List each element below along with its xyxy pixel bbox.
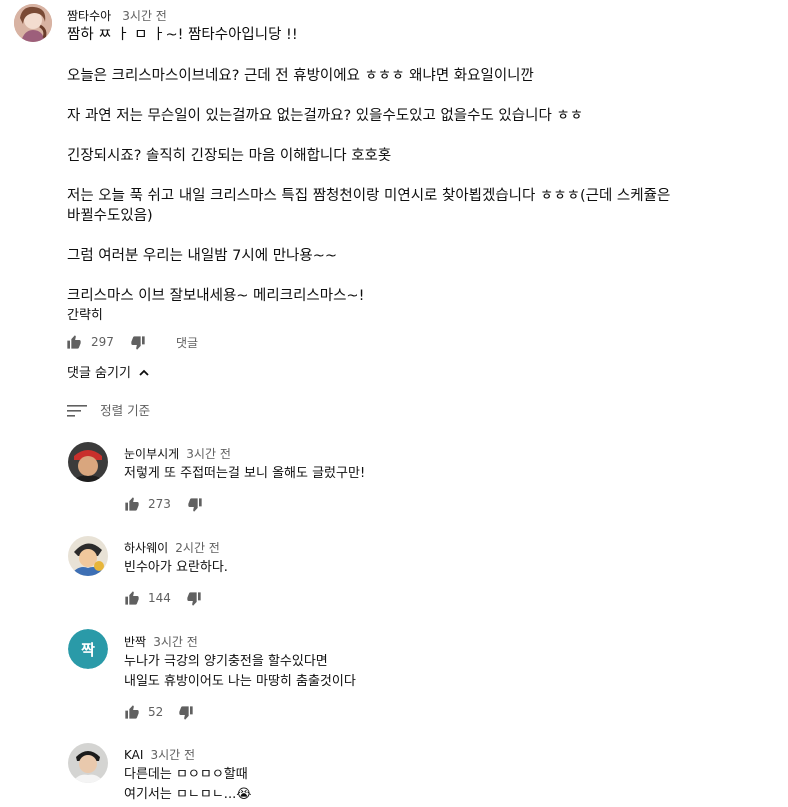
reply-header: 반짝 3시간 전	[124, 631, 198, 650]
like-button[interactable]	[124, 590, 140, 606]
comment-paragraph: 그럼 여러분 우리는 내일밤 7시에 만나용~~	[67, 248, 338, 264]
avatar-photo-icon	[68, 743, 108, 783]
dislike-button[interactable]	[186, 591, 202, 607]
sort-icon	[67, 404, 87, 418]
like-button[interactable]	[124, 496, 140, 512]
hide-replies-button[interactable]: 댓글 숨기기	[67, 362, 149, 381]
thumbs-up-icon	[67, 335, 81, 349]
main-comment-header: 짬타수아 3시간 전	[67, 5, 167, 23]
like-count: 273	[148, 497, 171, 511]
chevron-up-icon	[139, 369, 149, 377]
like-button[interactable]	[66, 334, 82, 350]
dislike-button[interactable]	[178, 705, 194, 721]
show-less-link[interactable]: 간략히	[67, 304, 103, 323]
reply-time[interactable]: 2시간 전	[175, 541, 220, 555]
reply-text: 내일도 휴방이어도 나는 마땅히 춤출것이다	[124, 674, 356, 689]
thumbs-up-icon	[125, 705, 139, 719]
reply-avatar[interactable]	[68, 442, 108, 482]
like-count: 52	[148, 705, 164, 719]
thumbs-down-icon	[187, 592, 201, 606]
reply-author[interactable]: 반짝	[124, 635, 146, 649]
comment-paragraph: 저는 오늘 푹 쉬고 내일 크리스마스 특집 짬청천이랑 미연시로 찾아뵙겠습니…	[67, 188, 671, 204]
reply-time[interactable]: 3시간 전	[153, 635, 198, 649]
reply-text: 저렇게 또 주접떠는걸 보니 올해도 글렀구만!	[124, 466, 366, 481]
reply-text: 여기서는 ㅁㄴㅁㄴ...😭	[124, 787, 252, 802]
reply-button[interactable]: 댓글	[176, 334, 198, 351]
like-count: 144	[148, 591, 171, 605]
comment-paragraph: 크리스마스 이브 잘보내세용~ 메리크리스마스~!	[67, 288, 365, 304]
avatar-cartoon-icon	[68, 536, 108, 576]
comment-author[interactable]: 짬타수아	[67, 9, 111, 23]
reply-author[interactable]: 눈이부시게	[124, 447, 179, 461]
comment-time[interactable]: 3시간 전	[122, 9, 167, 23]
reply-header: 하사웨이 2시간 전	[124, 537, 220, 556]
avatar-photo-icon	[68, 442, 108, 482]
thumbs-down-icon	[179, 706, 193, 720]
reply-time[interactable]: 3시간 전	[186, 447, 231, 461]
comment-paragraph: 오늘은 크리스마스이브네요? 근데 전 휴방이에요 ㅎㅎㅎ 왜냐면 화요일이니깐	[67, 68, 534, 84]
reply-time[interactable]: 3시간 전	[151, 748, 196, 762]
comment-paragraph: 긴장되시죠? 솔직히 긴장되는 마음 이해합니다 호호홋	[67, 148, 392, 164]
dislike-button[interactable]	[187, 497, 203, 513]
comment-paragraph: 자 과연 저는 무슨일이 있는걸까요 없는걸까요? 있을수도있고 없을수도 있습…	[67, 108, 584, 124]
comment-paragraph: 바뀔수도있음)	[67, 208, 153, 224]
hide-replies-label: 댓글 숨기기	[67, 366, 131, 381]
thumbs-up-icon	[125, 591, 139, 605]
dislike-button[interactable]	[130, 335, 146, 351]
sort-label: 정렬 기준	[100, 403, 151, 418]
reply-avatar[interactable]	[68, 536, 108, 576]
reply-header: 눈이부시게 3시간 전	[124, 443, 231, 462]
like-button[interactable]	[124, 704, 140, 720]
comment-paragraph: 짬하 ㅉ ㅏ ㅁ ㅏ~! 짬타수아입니당 !!	[67, 27, 298, 43]
reply-text: 다른데는 ㅁㅇㅁㅇ할때	[124, 767, 248, 782]
avatar-letter: 짝	[81, 640, 95, 659]
avatar-illustration-icon	[14, 4, 52, 42]
main-comment-avatar[interactable]	[14, 4, 52, 42]
reply-avatar[interactable]	[68, 743, 108, 783]
thumbs-down-icon	[188, 498, 202, 512]
reply-author[interactable]: KAI	[124, 748, 143, 762]
reply-text: 빈수아가 요란하다.	[124, 560, 228, 575]
reply-header: KAI 3시간 전	[124, 744, 195, 763]
reply-author[interactable]: 하사웨이	[124, 541, 168, 555]
reply-text: 누나가 극강의 양기충전을 할수있다면	[124, 654, 328, 669]
reply-avatar[interactable]: 짝	[68, 629, 108, 669]
thumbs-up-icon	[125, 497, 139, 511]
like-count: 297	[91, 335, 114, 349]
sort-button[interactable]: 정렬 기준	[67, 400, 150, 418]
thumbs-down-icon	[131, 336, 145, 350]
